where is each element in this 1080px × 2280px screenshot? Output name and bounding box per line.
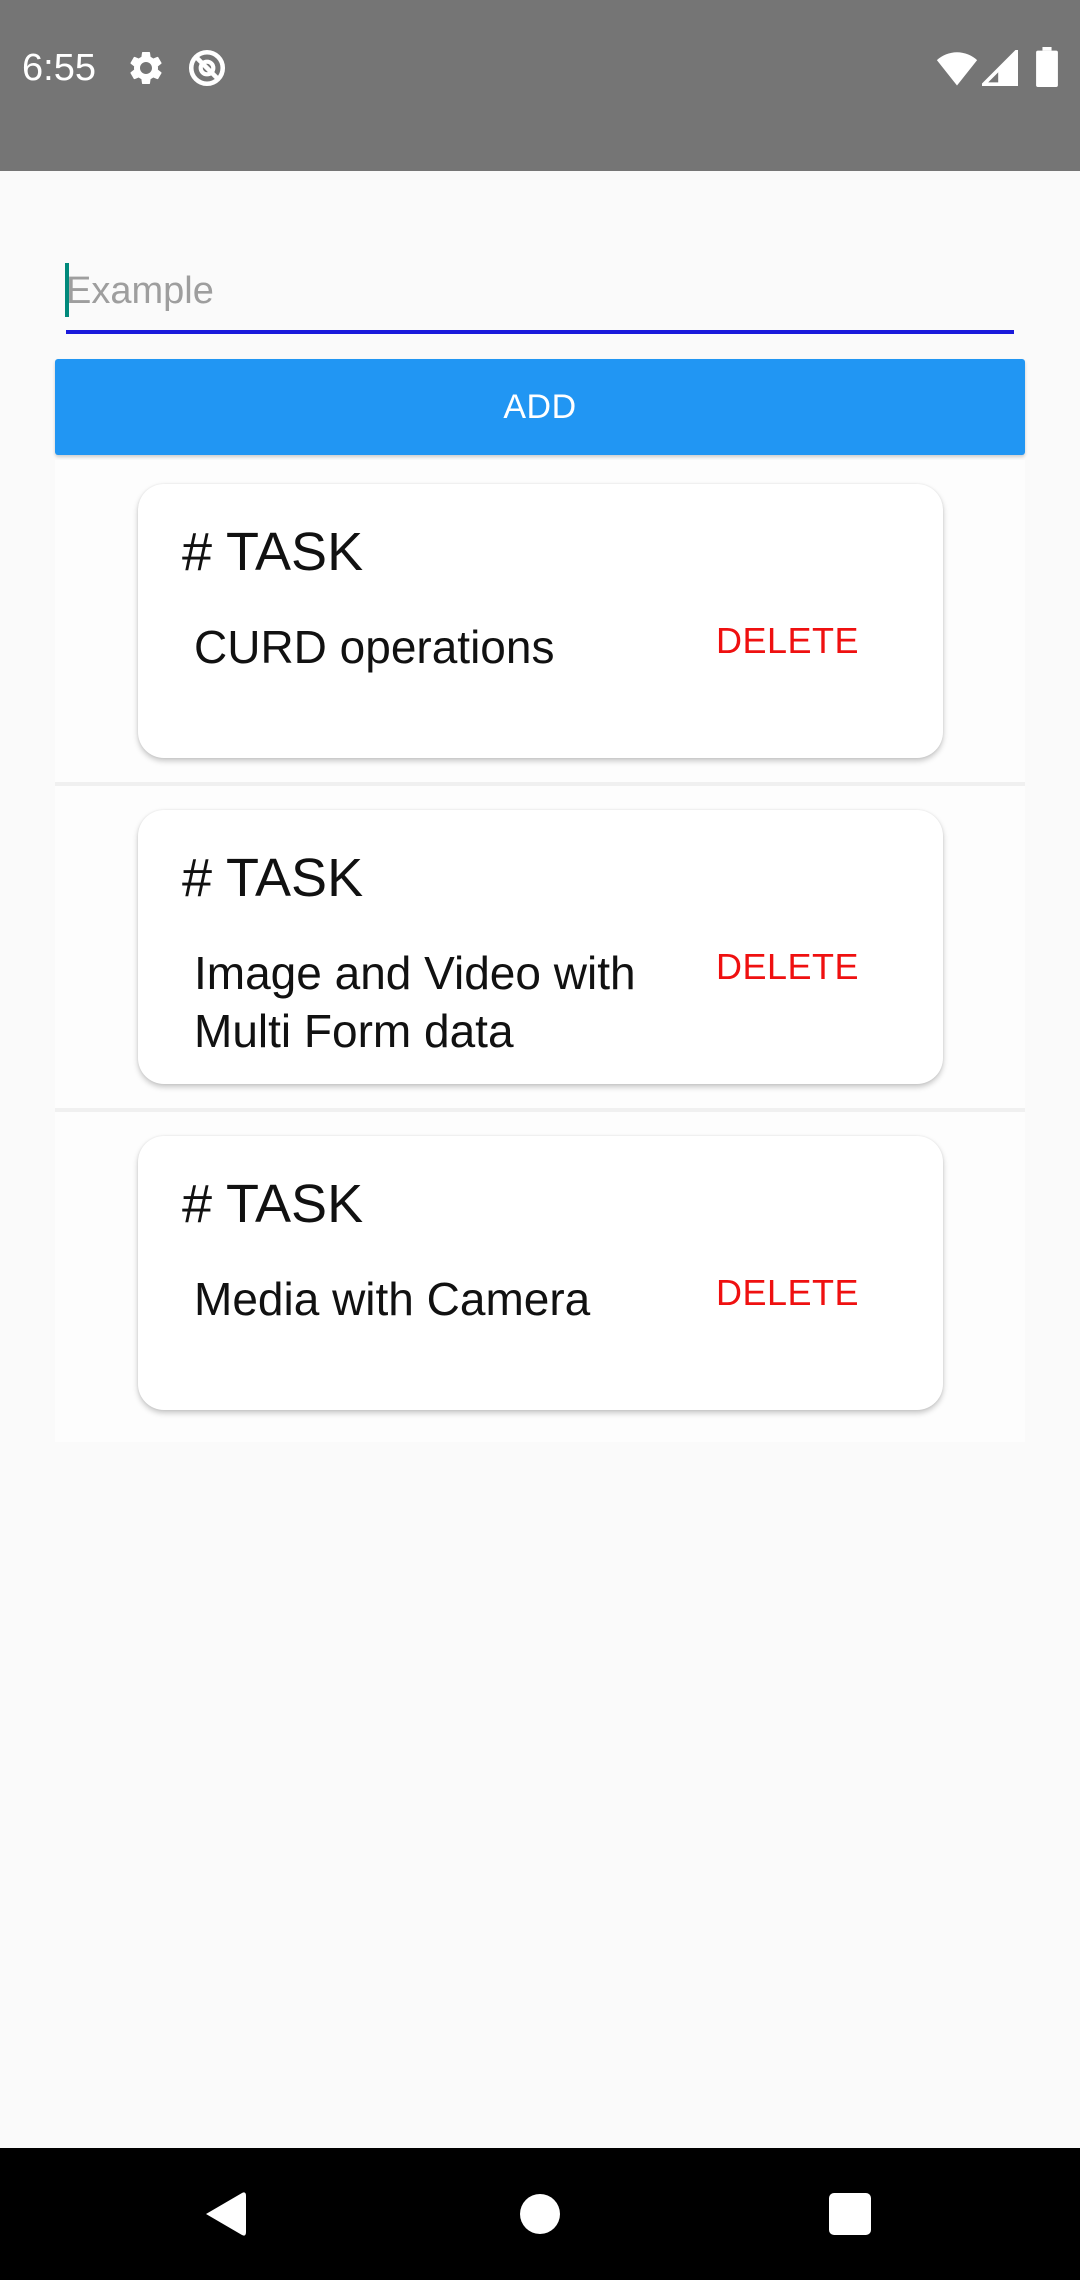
home-button[interactable] xyxy=(470,2148,610,2280)
text-cursor xyxy=(65,263,69,317)
add-button[interactable]: ADD xyxy=(55,359,1025,455)
recents-icon xyxy=(829,2193,871,2235)
back-icon xyxy=(206,2192,246,2236)
task-text: CURD operations xyxy=(194,621,555,673)
task-heading: # TASK xyxy=(182,1174,364,1234)
task-row: # TASK Media with Camera DELETE xyxy=(55,1112,1025,1442)
gear-icon xyxy=(130,51,162,84)
status-bar: 6:55 xyxy=(0,0,1080,171)
status-time: 6:55 xyxy=(22,47,96,89)
task-card: # TASK Image and Video with Multi Form d… xyxy=(138,810,943,1084)
cell-signal-icon xyxy=(982,50,1018,86)
task-row: # TASK Image and Video with Multi Form d… xyxy=(55,786,1025,1112)
task-list: # TASK CURD operations DELETE # TASK Ima… xyxy=(55,460,1025,1442)
battery-icon xyxy=(1036,47,1058,87)
delete-button[interactable]: DELETE xyxy=(716,945,859,989)
task-text: Media with Camera xyxy=(194,1273,591,1325)
task-text: Image and Video with Multi Form data xyxy=(194,947,636,1057)
wifi-icon xyxy=(936,52,978,86)
task-card: # TASK Media with Camera DELETE xyxy=(138,1136,943,1410)
recents-button[interactable] xyxy=(780,2148,920,2280)
task-heading: # TASK xyxy=(182,522,364,582)
back-button[interactable] xyxy=(155,2148,295,2280)
task-row: # TASK CURD operations DELETE xyxy=(55,460,1025,786)
task-input[interactable] xyxy=(66,252,1014,334)
task-heading: # TASK xyxy=(182,848,364,908)
at-sign-icon xyxy=(188,49,226,87)
task-card: # TASK CURD operations DELETE xyxy=(138,484,943,758)
home-icon xyxy=(520,2194,560,2234)
delete-button[interactable]: DELETE xyxy=(716,1271,859,1315)
navigation-bar xyxy=(0,2148,1080,2280)
delete-button[interactable]: DELETE xyxy=(716,619,859,663)
